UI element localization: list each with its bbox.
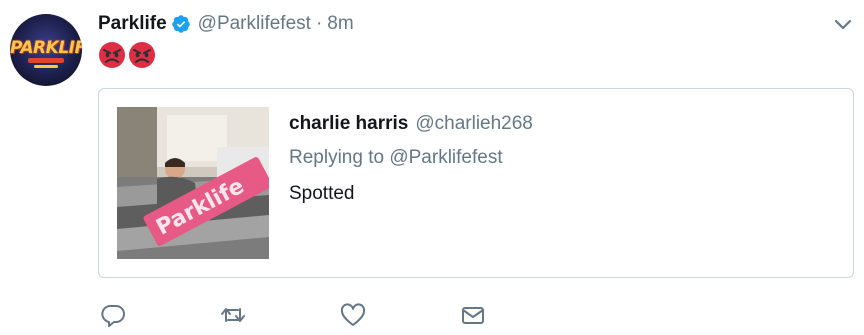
replying-to: Replying to @Parklifefest — [289, 147, 503, 169]
quoted-tweet[interactable]: Parklife charlie harris @charlieh268 Rep… — [98, 88, 854, 278]
pouting-face-emoji-icon — [98, 41, 126, 69]
timestamp[interactable]: 8m — [327, 13, 353, 35]
replying-to-label: Replying to — [289, 147, 385, 168]
tweet-header: Parklife @Parklifefest · 8m — [98, 12, 354, 36]
quoted-display-name[interactable]: charlie harris — [289, 113, 408, 135]
avatar-logo-stripe — [28, 58, 64, 63]
separator-dot: · — [315, 13, 323, 34]
retweet-icon[interactable] — [219, 301, 247, 329]
avatar[interactable]: PARKLIFE — [10, 14, 82, 86]
quoted-photo[interactable]: Parklife — [117, 107, 269, 259]
action-bar — [98, 298, 498, 332]
pouting-face-emoji-icon — [128, 41, 156, 69]
chevron-down-icon[interactable] — [830, 12, 856, 38]
quoted-text: Spotted — [289, 183, 355, 204]
reply-icon[interactable] — [100, 301, 128, 329]
replying-to-handle[interactable]: @Parklifefest — [389, 147, 502, 168]
tweet-text — [98, 41, 156, 69]
handle[interactable]: @Parklifefest — [198, 13, 311, 35]
envelope-icon[interactable] — [459, 301, 487, 329]
avatar-logo-text: PARKLIFE — [10, 38, 82, 58]
heart-icon[interactable] — [339, 301, 367, 329]
display-name[interactable]: Parklife — [98, 13, 167, 35]
quoted-handle[interactable]: @charlieh268 — [415, 113, 533, 135]
avatar-logo-stripe-2 — [34, 65, 58, 68]
verified-badge-icon — [171, 14, 191, 34]
quoted-author: charlie harris @charlieh268 — [289, 111, 533, 137]
